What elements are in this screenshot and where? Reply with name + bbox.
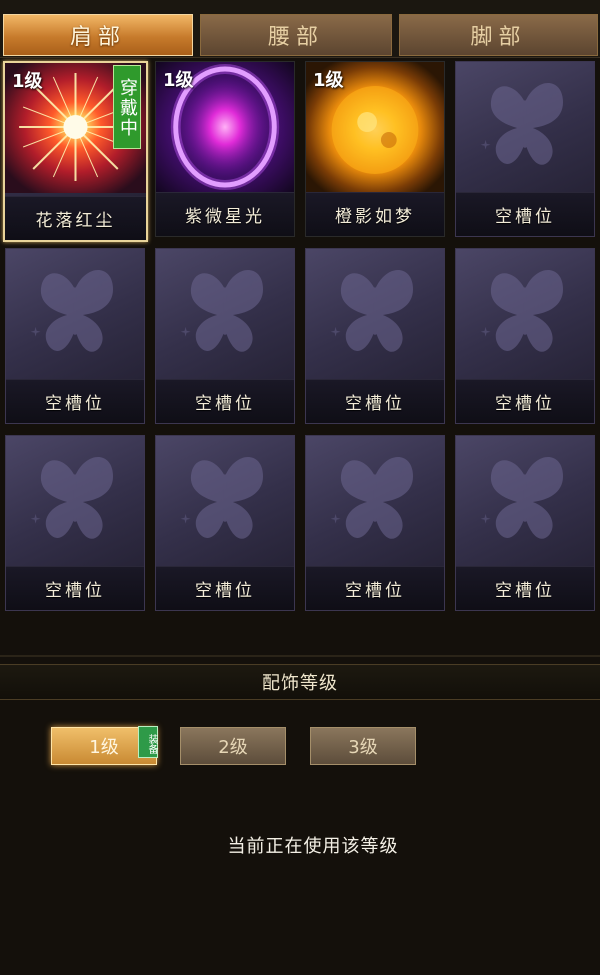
slot-name: 空槽位 — [6, 379, 144, 423]
level-3-button[interactable]: 3级 — [310, 727, 416, 765]
accessory-slot-empty[interactable]: 空槽位 — [5, 435, 145, 611]
butterfly-placeholder-icon — [30, 457, 114, 539]
butterfly-placeholder-icon — [330, 270, 414, 352]
butterfly-placeholder-icon — [480, 457, 564, 539]
accessory-slot-empty[interactable]: 空槽位 — [305, 248, 445, 424]
butterfly-placeholder-icon — [180, 457, 264, 539]
slot-name: 空槽位 — [306, 566, 444, 610]
slot-level-label: 1级 — [163, 70, 194, 91]
accessory-level-header: 配饰等级 — [0, 664, 600, 700]
butterfly-placeholder-icon — [480, 270, 564, 352]
slot-name: 空槽位 — [156, 379, 294, 423]
section-divider — [0, 655, 600, 657]
accessory-slot-empty[interactable]: 空槽位 — [455, 435, 595, 611]
accessory-slot-empty[interactable]: 空槽位 — [155, 248, 295, 424]
tab-shoulder[interactable]: 肩部 — [3, 14, 193, 56]
accessory-slot-ziweixingguang[interactable]: 1级 紫微星光 — [155, 61, 295, 237]
slot-name: 空槽位 — [456, 566, 594, 610]
level-status-text: 当前正在使用该等级 — [227, 836, 399, 857]
accessory-slot-empty[interactable]: 空槽位 — [155, 435, 295, 611]
slot-name: 空槽位 — [306, 379, 444, 423]
butterfly-placeholder-icon — [480, 83, 564, 165]
butterfly-placeholder-icon — [30, 270, 114, 352]
accessory-slot-empty[interactable]: 空槽位 — [455, 248, 595, 424]
slot-name: 空槽位 — [6, 566, 144, 610]
accessory-slot-empty[interactable]: 空槽位 — [455, 61, 595, 237]
slot-name: 橙影如梦 — [306, 192, 444, 236]
accessory-slot-hualuohongchen[interactable]: 1级 穿戴中 花落红尘 — [3, 61, 148, 242]
level-2-button[interactable]: 2级 — [180, 727, 286, 765]
slot-level-label: 1级 — [313, 70, 344, 91]
slot-name: 空槽位 — [456, 379, 594, 423]
equipped-tag: 装备 — [138, 726, 158, 758]
tab-waist[interactable]: 腰部 — [200, 14, 392, 56]
accessory-tab-bar: 肩部 腰部 脚部 — [0, 0, 600, 58]
slot-level-label: 1级 — [12, 71, 43, 92]
wearing-badge: 穿戴中 — [113, 65, 141, 149]
accessory-slot-chengyingrumeng[interactable]: 1级 橙影如梦 — [305, 61, 445, 237]
butterfly-placeholder-icon — [330, 457, 414, 539]
accessory-slot-empty[interactable]: 空槽位 — [305, 435, 445, 611]
butterfly-placeholder-icon — [180, 270, 264, 352]
tab-feet[interactable]: 脚部 — [399, 14, 598, 56]
slot-name: 空槽位 — [156, 566, 294, 610]
slot-name: 空槽位 — [456, 192, 594, 236]
accessory-slot-empty[interactable]: 空槽位 — [5, 248, 145, 424]
slot-name: 花落红尘 — [5, 196, 146, 240]
slot-name: 紫微星光 — [156, 192, 294, 236]
accessory-grid: 1级 穿戴中 花落红尘 1级 紫微星光 1级 橙影如梦 空槽位 空槽位 空槽位 … — [0, 58, 600, 623]
